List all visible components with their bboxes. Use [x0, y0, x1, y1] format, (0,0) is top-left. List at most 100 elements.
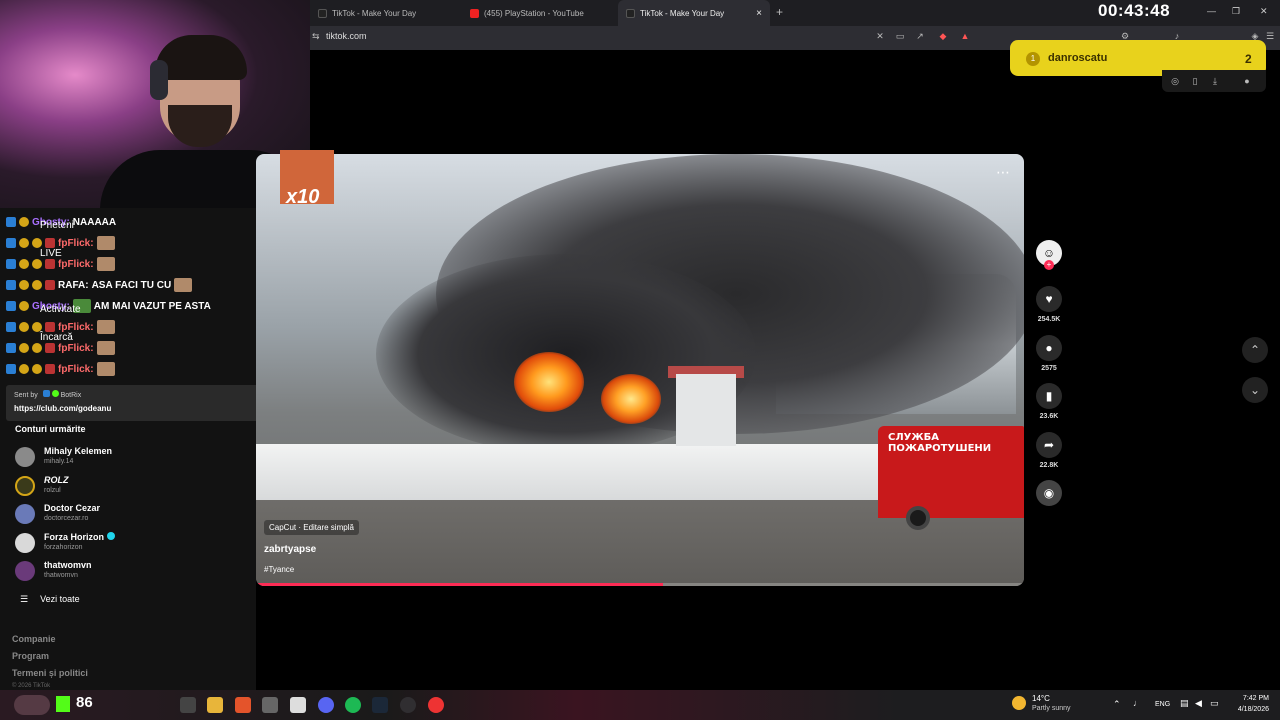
tab-tiktok-1[interactable]: TikTok - Make Your Day [310, 0, 460, 26]
tab-label: TikTok - Make Your Day [640, 8, 725, 18]
phone-icon[interactable]: ▯ [1190, 76, 1200, 86]
tab-label: TikTok - Make Your Day [332, 8, 417, 18]
see-all-link[interactable]: ☰ Vezi toate [20, 594, 80, 605]
profile-icon[interactable]: ● [1242, 76, 1252, 86]
url-field[interactable]: tiktok.com [326, 31, 367, 41]
music-disc-icon: ◉ [1036, 480, 1062, 506]
nav-item-prieteni[interactable]: Prieteni [40, 220, 74, 231]
bot-message: Sent by BotRix https://club.com/godeanu [6, 385, 281, 421]
streamer-hair [155, 35, 247, 80]
chat-username: fpFlick: [58, 321, 94, 333]
music-disc[interactable]: ◉ [1034, 480, 1064, 506]
store-icon[interactable] [290, 697, 306, 713]
site-settings-icon[interactable]: ⇆ [312, 31, 320, 42]
coin-badge-icon [32, 322, 42, 332]
footer-link-termeni[interactable]: Termeni și politici [12, 668, 88, 678]
coin-badge-icon [32, 343, 42, 353]
minimize-icon[interactable]: — [1207, 6, 1216, 16]
video-hashtag[interactable]: #Tyance [264, 565, 294, 574]
close-window-icon[interactable]: ✕ [1260, 6, 1268, 17]
gift-badge-icon [19, 259, 29, 269]
gift-badge-icon [19, 364, 29, 374]
language-indicator[interactable]: ENG [1155, 701, 1170, 708]
account-name-text: Forza Horizon [44, 532, 104, 542]
spotify-icon[interactable] [345, 697, 361, 713]
emote-overlay: x10 [280, 150, 334, 208]
emote-icon [96, 341, 115, 355]
new-tab-icon[interactable]: + [776, 5, 783, 19]
coin-badge-icon [32, 280, 42, 290]
account-name: thatwomvn [44, 560, 92, 570]
gift-badge-icon [19, 280, 29, 290]
close-tab-icon[interactable]: × [756, 8, 762, 19]
restore-icon[interactable]: ❐ [1232, 6, 1240, 17]
clock-time[interactable]: 7:42 PM [1231, 695, 1269, 702]
bot-name: BotRix [60, 392, 82, 399]
share-icon[interactable]: ↗ [915, 31, 925, 41]
truck-wheel [906, 506, 930, 530]
clock-date[interactable]: 4/18/2026 [1226, 706, 1269, 713]
kick-badge-icon [6, 217, 16, 227]
avatar [15, 504, 35, 524]
guardhouse [676, 374, 736, 446]
fire-left [514, 352, 584, 412]
obs-icon[interactable] [400, 697, 416, 713]
task-view-icon[interactable] [180, 697, 196, 713]
tray-chevron-icon[interactable]: ⌃ [1113, 699, 1121, 710]
nav-item-activitate[interactable]: Activitate [40, 304, 81, 315]
share-button[interactable]: ➦ 22.8K [1034, 432, 1064, 469]
account-name: Forza Horizon [44, 532, 115, 542]
video-author[interactable]: zabrtyapse [264, 544, 316, 555]
previous-video-button[interactable]: ⌃ [1242, 337, 1268, 363]
capcut-label[interactable]: CapCut · Editare simplă [264, 520, 359, 535]
gift-badge-icon [19, 217, 29, 227]
microphone-icon[interactable]: ♩ [1133, 698, 1142, 708]
comment-count: 2575 [1041, 365, 1057, 372]
more-options-icon[interactable]: ⋯ [996, 164, 1010, 181]
comment-button[interactable]: ● 2575 [1034, 335, 1064, 372]
footer-link-program[interactable]: Program [12, 651, 49, 661]
cast-icon[interactable]: ▭ [895, 31, 905, 41]
compass-icon[interactable]: ◎ [1170, 76, 1180, 86]
app-icon[interactable] [262, 697, 278, 713]
creator-avatar[interactable]: ☺ + [1034, 240, 1064, 270]
download-icon[interactable]: ⤓ [1210, 76, 1220, 86]
steam-icon[interactable] [372, 697, 388, 713]
file-explorer-icon[interactable] [207, 697, 223, 713]
sent-by-line: Sent by BotRix [14, 390, 81, 399]
video-player[interactable]: СЛУЖБА ПОЖАРОТУШЕНИ ⋯ CapCut · Editare s… [256, 154, 1024, 586]
tab-youtube[interactable]: (455) PlayStation - YouTube [462, 0, 617, 26]
sub-badge-icon [45, 364, 55, 374]
like-button[interactable]: ♥ 254.5K [1034, 286, 1064, 323]
volume-icon[interactable]: ◀ [1195, 698, 1202, 709]
coin-badge-icon [32, 238, 42, 248]
brave-shield-icon[interactable]: ◆ [938, 31, 948, 41]
verified-icon [106, 532, 115, 540]
share-count: 22.8K [1039, 462, 1059, 469]
kick-badge-icon [6, 280, 16, 290]
gift-badge-icon [19, 322, 29, 332]
truck-sign: СЛУЖБА ПОЖАРОТУШЕНИ [888, 432, 992, 454]
bot-link[interactable]: https://club.com/godeanu [14, 404, 111, 413]
account-handle: mihaly.14 [44, 458, 74, 465]
footer-link-companie[interactable]: Companie [12, 634, 56, 644]
mute-icon[interactable]: ✕ [875, 31, 885, 41]
avatar [15, 476, 35, 496]
chrome-icon[interactable] [428, 697, 444, 713]
youtube-icon [470, 8, 479, 18]
network-icon[interactable]: ▤ [1180, 698, 1189, 709]
battery-icon[interactable]: ▭ [1210, 698, 1219, 709]
sent-by-label: Sent by [14, 392, 38, 399]
rewards-icon[interactable]: ▲ [960, 31, 970, 41]
chat-username: fpFlick: [58, 342, 94, 354]
sun-icon [1012, 696, 1026, 710]
discord-icon[interactable] [318, 697, 334, 713]
comment-icon: ● [1036, 335, 1062, 361]
next-video-button[interactable]: ⌄ [1242, 377, 1268, 403]
menu-icon[interactable]: ☰ [1265, 31, 1275, 41]
tab-tiktok-active[interactable]: TikTok - Make Your Day × [618, 0, 770, 26]
brave-icon[interactable] [235, 697, 251, 713]
kick-badge-icon [42, 390, 50, 397]
streamer-avatar[interactable] [14, 695, 50, 715]
save-button[interactable]: ▮ 23.6K [1034, 383, 1064, 420]
